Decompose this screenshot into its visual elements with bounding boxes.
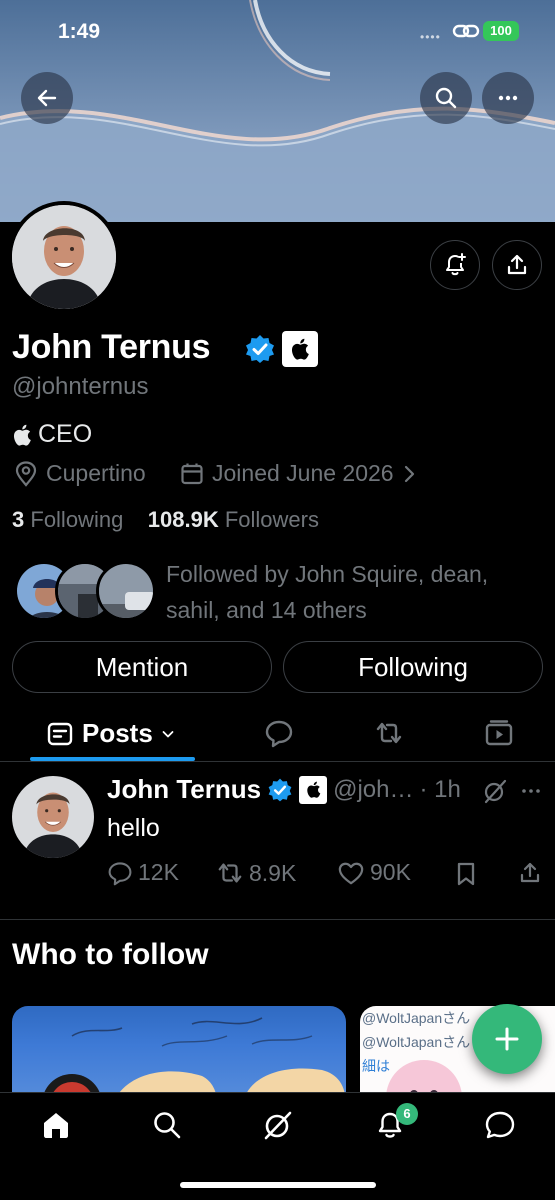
share-profile-button[interactable] xyxy=(492,240,542,290)
status-bar: 1:49 •••• 100 xyxy=(0,0,555,62)
reply-count: 12K xyxy=(138,859,179,885)
reply-button[interactable]: 12K xyxy=(107,859,179,886)
bio-text: CEO xyxy=(38,420,93,448)
posts-icon xyxy=(47,722,73,745)
follow-counts: 3 Following 108.9K Followers xyxy=(12,507,319,533)
post-avatar-image xyxy=(12,776,94,858)
tab-replies[interactable] xyxy=(264,718,294,748)
apple-logo-icon xyxy=(306,781,320,798)
post-item[interactable]: John Ternus @joh… · 1h hello 12K 8.9K 90… xyxy=(0,762,555,920)
following-button[interactable]: Following xyxy=(283,641,543,693)
tab-posts[interactable]: Posts xyxy=(46,718,175,749)
tab-media[interactable] xyxy=(484,718,514,748)
repost-count: 8.9K xyxy=(249,859,297,886)
post-time: · 1h xyxy=(419,775,461,803)
following-count-link[interactable]: 3 Following xyxy=(12,507,123,532)
like-button[interactable]: 90K xyxy=(337,859,411,886)
joined-info[interactable]: Joined June 2026 xyxy=(180,460,416,487)
bell-plus-icon xyxy=(446,253,466,276)
post-more-icon[interactable] xyxy=(520,780,542,802)
repost-icon xyxy=(218,863,242,883)
post-avatar[interactable] xyxy=(12,776,94,858)
following-count: 3 xyxy=(12,507,25,532)
search-button[interactable] xyxy=(420,72,472,124)
like-count: 90K xyxy=(370,859,411,885)
post-author-name[interactable]: John Ternus xyxy=(107,774,261,805)
followed-by-text[interactable]: Followed by John Squire, dean, sahil, an… xyxy=(166,556,546,628)
followers-label: Followers xyxy=(224,507,319,532)
verified-icon[interactable] xyxy=(244,333,276,365)
post-author-handle: @joh… xyxy=(333,775,414,803)
more-icon xyxy=(498,95,518,101)
compose-button[interactable] xyxy=(472,1004,542,1074)
more-button[interactable] xyxy=(482,72,534,124)
notifications-badge: 6 xyxy=(396,1103,418,1125)
message-icon[interactable] xyxy=(484,1109,516,1141)
profile-bio: CEO xyxy=(12,420,92,449)
mention-button[interactable]: Mention xyxy=(12,641,272,693)
joined-text: Joined June 2026 xyxy=(212,460,394,486)
like-icon xyxy=(338,862,364,884)
chevron-right-icon xyxy=(404,465,414,482)
profile-handle: @johnternus xyxy=(12,373,149,400)
notify-button[interactable] xyxy=(430,240,480,290)
active-tab-indicator xyxy=(30,757,195,761)
followers-count: 108.9K xyxy=(147,507,219,532)
profile-tabs: Posts xyxy=(0,706,555,762)
battery-indicator: 100 xyxy=(483,21,519,41)
reply-icon xyxy=(108,861,132,885)
link-icon xyxy=(452,24,480,38)
verified-icon xyxy=(268,778,292,801)
post-header: John Ternus @joh… · 1h xyxy=(107,774,461,805)
home-icon[interactable] xyxy=(40,1109,72,1141)
who-to-follow-title: Who to follow xyxy=(12,938,209,971)
signal-icon: •••• xyxy=(420,30,441,44)
location-info: Cupertino xyxy=(14,460,146,487)
suggestion-card-banner xyxy=(42,1017,346,1106)
apple-logo-icon xyxy=(13,424,31,446)
chevron-down-icon xyxy=(162,730,174,737)
grok-icon[interactable] xyxy=(262,1109,294,1141)
repost-button[interactable]: 8.9K xyxy=(216,859,296,887)
profile-name: John Ternus xyxy=(12,328,211,366)
status-time: 1:49 xyxy=(58,20,101,43)
location-icon xyxy=(15,460,37,487)
bookmark-icon[interactable] xyxy=(454,861,478,887)
suggestion-card[interactable] xyxy=(12,1006,346,1106)
follower-avatar[interactable] xyxy=(96,561,156,621)
tab-posts-label: Posts xyxy=(82,718,153,748)
avatar-image xyxy=(12,205,116,309)
search-icon xyxy=(435,87,457,109)
apple-logo-icon xyxy=(291,338,309,360)
share-icon[interactable] xyxy=(518,861,542,885)
following-label: Following xyxy=(30,507,124,532)
share-icon xyxy=(507,254,527,275)
grok-icon[interactable] xyxy=(482,778,508,804)
post-text: hello xyxy=(107,814,160,842)
search-icon[interactable] xyxy=(151,1109,183,1141)
location-text: Cupertino xyxy=(46,460,146,486)
plus-icon xyxy=(495,1027,519,1051)
follower-avatar-image xyxy=(99,564,153,618)
affiliation-badge[interactable] xyxy=(282,331,318,367)
tab-reposts[interactable] xyxy=(374,718,404,748)
profile-avatar[interactable] xyxy=(8,201,120,313)
back-arrow-icon xyxy=(37,89,57,107)
home-indicator xyxy=(180,1182,376,1188)
back-button[interactable] xyxy=(21,72,73,124)
followers-count-link[interactable]: 108.9K Followers xyxy=(148,507,319,532)
calendar-icon xyxy=(181,463,203,484)
affiliation-badge xyxy=(299,775,328,804)
